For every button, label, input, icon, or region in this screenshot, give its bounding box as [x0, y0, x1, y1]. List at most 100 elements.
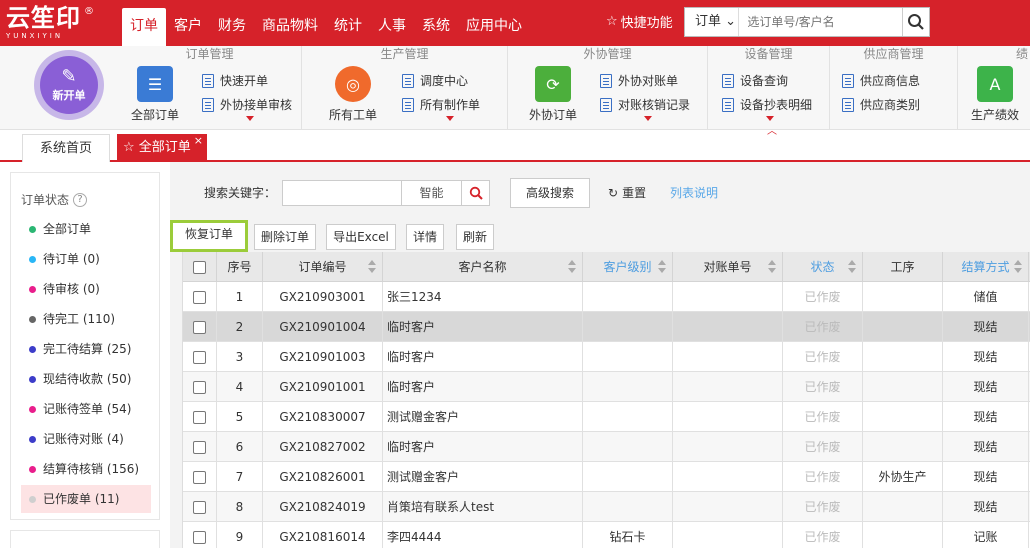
nav-finance[interactable]: 财务	[210, 8, 254, 46]
row-checkbox[interactable]	[193, 471, 206, 484]
all-workorders-button[interactable]: ◎ 所有工单	[318, 66, 388, 123]
doc-icon	[842, 73, 854, 88]
table-row[interactable]: 5 GX210830007 测试赠金客户 已作废 现结	[183, 402, 1030, 432]
sidebar-item-cash-pending[interactable]: 现结待收款 (50)	[21, 365, 151, 393]
new-order-button[interactable]: ✎ 新开单	[34, 50, 104, 120]
quick-order-button[interactable]: 快速开单	[202, 72, 268, 89]
reconcile-record-button[interactable]: 对账核销记录	[600, 96, 690, 113]
nav-hr[interactable]: 人事	[370, 8, 414, 46]
row-checkbox[interactable]	[193, 351, 206, 364]
nav-system[interactable]: 系统	[414, 8, 458, 46]
equipment-query-button[interactable]: 设备查询	[722, 72, 788, 89]
advanced-search-button[interactable]: 高级搜索	[510, 178, 590, 208]
header-process[interactable]: 工序	[863, 252, 943, 282]
table-row[interactable]: 6 GX210827002 临时客户 已作废 现结	[183, 432, 1030, 462]
restore-order-button[interactable]: 恢复订单	[170, 220, 248, 252]
header-order-no[interactable]: 订单编号	[263, 252, 383, 282]
reset-button[interactable]: ↻ 重置	[608, 184, 646, 201]
orders-table: 序号 订单编号 客户名称 客户级别 对账单号 状态 工序 结算方式 1 GX21…	[182, 252, 1030, 548]
header-customer-name[interactable]: 客户名称	[383, 252, 583, 282]
group-outsource-management: 外协管理 ⟳ 外协订单 外协对账单 对账核销记录	[508, 46, 708, 130]
nav-app-center[interactable]: 应用中心	[458, 8, 530, 46]
sidebar-item-finish-pending-settle[interactable]: 完工待结算 (25)	[21, 335, 151, 363]
table-row[interactable]: 1 GX210903001 张三1234 已作废 储值	[183, 282, 1030, 312]
row-checkbox[interactable]	[193, 291, 206, 304]
dropdown-arrow-icon[interactable]	[246, 116, 254, 121]
details-button[interactable]: 详情	[406, 224, 444, 250]
delete-order-button[interactable]: 删除订单	[254, 224, 316, 250]
doc-icon	[722, 97, 734, 112]
all-orders-button[interactable]: ☰ 全部订单	[120, 66, 190, 123]
main-nav: 订单 客户 财务 商品物料 统计 人事 系统 应用中心	[122, 8, 530, 46]
sidebar-item-credit-pending-reconcile[interactable]: 记账待对账 (4)	[21, 425, 151, 453]
cell-index: 3	[217, 342, 263, 372]
row-checkbox[interactable]	[193, 321, 206, 334]
select-all-checkbox[interactable]	[193, 261, 206, 274]
supplier-category-button[interactable]: 供应商类别	[842, 96, 920, 113]
nav-stats[interactable]: 统计	[326, 8, 370, 46]
keyword-search-button[interactable]	[462, 180, 490, 206]
outsource-statement-button[interactable]: 外协对账单	[600, 72, 678, 89]
row-checkbox[interactable]	[193, 531, 206, 544]
sidebar-item-all[interactable]: 全部订单	[21, 215, 151, 243]
table-row[interactable]: 9 GX210816014 李四4444 钻石卡 已作废 记账	[183, 522, 1030, 548]
quick-functions[interactable]: ☆ 快捷功能	[606, 12, 673, 31]
table-row[interactable]: 3 GX210901003 临时客户 已作废 现结	[183, 342, 1030, 372]
keyword-input[interactable]	[282, 180, 402, 206]
smart-search-select[interactable]: 智能	[402, 180, 462, 206]
sidebar-item-credit-pending-sign[interactable]: 记账待签单 (54)	[21, 395, 151, 423]
search-button[interactable]	[902, 8, 929, 36]
table-row[interactable]: 7 GX210826001 测试赠金客户 已作废 外协生产 现结	[183, 462, 1030, 492]
close-icon[interactable]: ×	[194, 127, 203, 155]
export-excel-button[interactable]: 导出Excel	[326, 224, 396, 250]
sidebar-item-pending-review[interactable]: 待审核 (0)	[21, 275, 151, 303]
sidebar-item-settle-pending-writeoff[interactable]: 结算待核销 (156)	[21, 455, 151, 483]
table-row[interactable]: 4 GX210901001 临时客户 已作废 现结	[183, 372, 1030, 402]
cell-status: 已作废	[783, 432, 863, 462]
dropdown-arrow-icon[interactable]	[644, 116, 652, 121]
dropdown-arrow-icon[interactable]	[446, 116, 454, 121]
nav-products[interactable]: 商品物料	[254, 8, 326, 46]
search-input[interactable]	[739, 8, 903, 36]
header-status[interactable]: 状态	[783, 252, 863, 282]
workflow-icon: ◎	[335, 66, 371, 102]
outsource-review-button[interactable]: 外协接单审核	[202, 96, 292, 113]
header-index[interactable]: 序号	[217, 252, 263, 282]
tab-home[interactable]: 系统首页	[22, 134, 110, 162]
help-icon[interactable]: ?	[73, 192, 88, 207]
status-dot	[29, 346, 36, 353]
column-description-link[interactable]: 列表说明	[670, 184, 718, 201]
cell-customer: 李四4444	[383, 522, 583, 548]
nav-orders[interactable]: 订单	[122, 8, 166, 46]
production-performance-button[interactable]: A 生产绩效	[960, 66, 1030, 123]
row-select	[183, 492, 217, 522]
cell-index: 5	[217, 402, 263, 432]
row-checkbox[interactable]	[193, 411, 206, 424]
header-settlement[interactable]: 结算方式	[943, 252, 1029, 282]
outsource-orders-button[interactable]: ⟳ 外协订单	[518, 66, 588, 123]
tab-all-orders[interactable]: ☆ 全部订单 ×	[117, 134, 207, 162]
row-checkbox[interactable]	[193, 501, 206, 514]
supplier-info-button[interactable]: 供应商信息	[842, 72, 920, 89]
table-row[interactable]: 2 GX210901004 临时客户 已作废 现结	[183, 312, 1030, 342]
dropdown-arrow-icon[interactable]	[766, 116, 774, 121]
cell-process	[863, 432, 943, 462]
refresh-button[interactable]: 刷新	[456, 224, 494, 250]
dispatch-center-button[interactable]: 调度中心	[402, 72, 468, 89]
equipment-reading-button[interactable]: 设备抄表明细	[722, 96, 812, 113]
table-row[interactable]: 8 GX210824019 肖策培有联系人test 已作废 现结	[183, 492, 1030, 522]
header-statement-no[interactable]: 对账单号	[673, 252, 783, 282]
cell-settlement: 现结	[943, 432, 1029, 462]
row-checkbox[interactable]	[193, 381, 206, 394]
cell-order-no: GX210901001	[263, 372, 383, 402]
nav-customers[interactable]: 客户	[166, 8, 210, 46]
sidebar-item-pending-order[interactable]: 待订单 (0)	[21, 245, 151, 273]
all-production-sheets-button[interactable]: 所有制作单	[402, 96, 480, 113]
sidebar-item-pending-finish[interactable]: 待完工 (110)	[21, 305, 151, 333]
group-equipment-management: 设备管理 设备查询 设备抄表明细	[708, 46, 830, 130]
sidebar-item-voided[interactable]: 已作废单 (11)	[21, 485, 151, 513]
header-customer-level[interactable]: 客户级别	[583, 252, 673, 282]
logo[interactable]: 云笙印 YUNXIYIN ®	[6, 4, 96, 42]
row-checkbox[interactable]	[193, 441, 206, 454]
search-type-select[interactable]: 订单 ⌄	[685, 8, 740, 36]
